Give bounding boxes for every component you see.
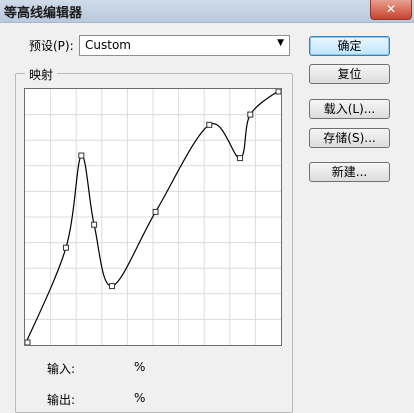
curve-control-point[interactable] — [247, 111, 254, 118]
curve-graph[interactable] — [24, 88, 282, 346]
input-unit: % — [134, 360, 146, 374]
close-button[interactable]: ✕ — [370, 0, 412, 20]
save-button[interactable]: 存储(S)... — [309, 128, 390, 148]
ok-button[interactable]: 确定 — [309, 36, 390, 56]
close-icon: ✕ — [385, 2, 397, 16]
mapping-group-label: 映射 — [25, 66, 58, 83]
curve-control-point[interactable] — [237, 155, 244, 162]
output-unit: % — [134, 391, 146, 405]
new-button[interactable]: 新建... — [309, 162, 390, 182]
preset-selected-value: Custom — [85, 38, 131, 52]
contour-editor-dialog: 等高线编辑器 ✕ 预设(P): Custom ▼ 映射 输入: % 输出: % … — [0, 0, 414, 413]
preset-label: 预设(P): — [29, 39, 74, 53]
curve-control-point[interactable] — [62, 244, 69, 251]
curve-control-point[interactable] — [25, 339, 31, 345]
reset-button[interactable]: 复位 — [309, 64, 390, 84]
input-label: 输入: — [47, 362, 76, 376]
curve-control-point[interactable] — [206, 121, 213, 128]
title-bar: 等高线编辑器 ✕ — [0, 0, 414, 23]
curve-control-point[interactable] — [91, 221, 98, 228]
chevron-down-icon: ▼ — [277, 38, 284, 48]
curve-canvas[interactable] — [25, 89, 281, 345]
load-button[interactable]: 载入(L)... — [309, 99, 390, 119]
curve-control-point[interactable] — [78, 152, 85, 159]
preset-dropdown[interactable]: Custom ▼ — [79, 35, 290, 56]
curve-control-point[interactable] — [275, 89, 281, 95]
window-title: 等高线编辑器 — [4, 6, 83, 21]
curve-control-point[interactable] — [109, 283, 116, 290]
output-label: 输出: — [47, 393, 76, 407]
curve-control-point[interactable] — [152, 208, 159, 215]
